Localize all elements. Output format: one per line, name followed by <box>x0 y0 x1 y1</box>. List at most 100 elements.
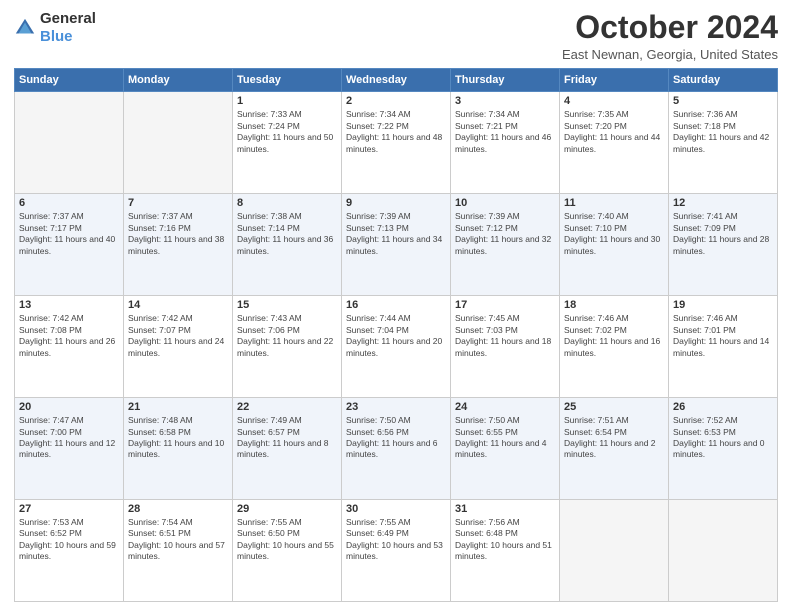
day-number: 10 <box>455 197 555 209</box>
table-row: 5 Sunrise: 7:36 AM Sunset: 7:18 PM Daylig… <box>669 92 778 194</box>
day-detail: Sunrise: 7:37 AM Sunset: 7:17 PM Dayligh… <box>19 211 119 257</box>
day-number: 2 <box>346 95 446 107</box>
day-number: 25 <box>564 401 664 413</box>
logo-blue: Blue <box>40 28 73 45</box>
table-row: 19 Sunrise: 7:46 AM Sunset: 7:01 PM Dayli… <box>669 296 778 398</box>
table-row: 28 Sunrise: 7:54 AM Sunset: 6:51 PM Dayli… <box>124 500 233 602</box>
page: General Blue October 2024 East Newnan, G… <box>0 0 792 612</box>
header: General Blue October 2024 East Newnan, G… <box>14 10 778 62</box>
table-row <box>669 500 778 602</box>
day-detail: Sunrise: 7:52 AM Sunset: 6:53 PM Dayligh… <box>673 415 773 461</box>
table-row: 11Sunrise: 7:40 AM Sunset: 7:10 PM Dayli… <box>560 194 669 296</box>
day-detail: Sunrise: 7:39 AM Sunset: 7:13 PM Dayligh… <box>346 211 446 257</box>
calendar-week-row: 1Sunrise: 7:33 AM Sunset: 7:24 PM Daylig… <box>15 92 778 194</box>
table-row: 1Sunrise: 7:33 AM Sunset: 7:24 PM Daylig… <box>233 92 342 194</box>
day-number: 17 <box>455 299 555 311</box>
day-detail: Sunrise: 7:35 AM Sunset: 7:20 PM Dayligh… <box>564 109 664 155</box>
table-row: 23 Sunrise: 7:50 AM Sunset: 6:56 PM Dayli… <box>342 398 451 500</box>
table-row: 7Sunrise: 7:37 AM Sunset: 7:16 PM Daylig… <box>124 194 233 296</box>
table-row: 13 Sunrise: 7:42 AM Sunset: 7:08 PM Dayli… <box>15 296 124 398</box>
day-detail: Sunrise: 7:56 AM Sunset: 6:48 PM Dayligh… <box>455 517 555 563</box>
day-detail: Sunrise: 7:45 AM Sunset: 7:03 PM Dayligh… <box>455 313 555 359</box>
day-detail: Sunrise: 7:38 AM Sunset: 7:14 PM Dayligh… <box>237 211 337 257</box>
day-detail: Sunrise: 7:39 AM Sunset: 7:12 PM Dayligh… <box>455 211 555 257</box>
table-row: 16Sunrise: 7:44 AM Sunset: 7:04 PM Dayli… <box>342 296 451 398</box>
title-location: East Newnan, Georgia, United States <box>562 47 778 62</box>
day-number: 30 <box>346 503 446 515</box>
day-number: 20 <box>19 401 119 413</box>
day-number: 8 <box>237 197 337 209</box>
day-detail: Sunrise: 7:48 AM Sunset: 6:58 PM Dayligh… <box>128 415 228 461</box>
day-number: 28 <box>128 503 228 515</box>
day-detail: Sunrise: 7:42 AM Sunset: 7:07 PM Dayligh… <box>128 313 228 359</box>
day-detail: Sunrise: 7:34 AM Sunset: 7:21 PM Dayligh… <box>455 109 555 155</box>
table-row: 31Sunrise: 7:56 AM Sunset: 6:48 PM Dayli… <box>451 500 560 602</box>
day-detail: Sunrise: 7:46 AM Sunset: 7:01 PM Dayligh… <box>673 313 773 359</box>
day-number: 21 <box>128 401 228 413</box>
day-detail: Sunrise: 7:43 AM Sunset: 7:06 PM Dayligh… <box>237 313 337 359</box>
day-number: 6 <box>19 197 119 209</box>
table-row: 25 Sunrise: 7:51 AM Sunset: 6:54 PM Dayli… <box>560 398 669 500</box>
table-row <box>560 500 669 602</box>
table-row: 30Sunrise: 7:55 AM Sunset: 6:49 PM Dayli… <box>342 500 451 602</box>
day-number: 15 <box>237 299 337 311</box>
table-row: 3 Sunrise: 7:34 AM Sunset: 7:21 PM Daylig… <box>451 92 560 194</box>
logo-text: General Blue <box>40 10 96 46</box>
day-number: 13 <box>19 299 119 311</box>
table-row: 27 Sunrise: 7:53 AM Sunset: 6:52 PM Dayli… <box>15 500 124 602</box>
table-row: 29Sunrise: 7:55 AM Sunset: 6:50 PM Dayli… <box>233 500 342 602</box>
day-detail: Sunrise: 7:42 AM Sunset: 7:08 PM Dayligh… <box>19 313 119 359</box>
day-number: 9 <box>346 197 446 209</box>
day-detail: Sunrise: 7:50 AM Sunset: 6:56 PM Dayligh… <box>346 415 446 461</box>
day-detail: Sunrise: 7:46 AM Sunset: 7:02 PM Dayligh… <box>564 313 664 359</box>
day-number: 14 <box>128 299 228 311</box>
col-thursday: Thursday <box>451 69 560 92</box>
table-row: 2 Sunrise: 7:34 AM Sunset: 7:22 PM Daylig… <box>342 92 451 194</box>
day-detail: Sunrise: 7:37 AM Sunset: 7:16 PM Dayligh… <box>128 211 228 257</box>
col-friday: Friday <box>560 69 669 92</box>
table-row <box>124 92 233 194</box>
col-saturday: Saturday <box>669 69 778 92</box>
table-row: 6 Sunrise: 7:37 AM Sunset: 7:17 PM Daylig… <box>15 194 124 296</box>
table-row: 26 Sunrise: 7:52 AM Sunset: 6:53 PM Dayli… <box>669 398 778 500</box>
day-number: 27 <box>19 503 119 515</box>
table-row: 22Sunrise: 7:49 AM Sunset: 6:57 PM Dayli… <box>233 398 342 500</box>
table-row: 24Sunrise: 7:50 AM Sunset: 6:55 PM Dayli… <box>451 398 560 500</box>
table-row: 9 Sunrise: 7:39 AM Sunset: 7:13 PM Daylig… <box>342 194 451 296</box>
col-monday: Monday <box>124 69 233 92</box>
day-number: 19 <box>673 299 773 311</box>
day-detail: Sunrise: 7:34 AM Sunset: 7:22 PM Dayligh… <box>346 109 446 155</box>
calendar-week-row: 27 Sunrise: 7:53 AM Sunset: 6:52 PM Dayli… <box>15 500 778 602</box>
logo: General Blue <box>14 10 96 46</box>
logo-general: General <box>40 10 96 27</box>
day-detail: Sunrise: 7:36 AM Sunset: 7:18 PM Dayligh… <box>673 109 773 155</box>
title-block: October 2024 East Newnan, Georgia, Unite… <box>562 10 778 62</box>
day-number: 3 <box>455 95 555 107</box>
table-row: 4Sunrise: 7:35 AM Sunset: 7:20 PM Daylig… <box>560 92 669 194</box>
calendar-week-row: 6 Sunrise: 7:37 AM Sunset: 7:17 PM Daylig… <box>15 194 778 296</box>
day-detail: Sunrise: 7:53 AM Sunset: 6:52 PM Dayligh… <box>19 517 119 563</box>
table-row: 21 Sunrise: 7:48 AM Sunset: 6:58 PM Dayli… <box>124 398 233 500</box>
day-detail: Sunrise: 7:33 AM Sunset: 7:24 PM Dayligh… <box>237 109 337 155</box>
day-number: 5 <box>673 95 773 107</box>
table-row: 17 Sunrise: 7:45 AM Sunset: 7:03 PM Dayli… <box>451 296 560 398</box>
day-detail: Sunrise: 7:54 AM Sunset: 6:51 PM Dayligh… <box>128 517 228 563</box>
day-detail: Sunrise: 7:44 AM Sunset: 7:04 PM Dayligh… <box>346 313 446 359</box>
table-row: 20 Sunrise: 7:47 AM Sunset: 7:00 PM Dayli… <box>15 398 124 500</box>
logo-icon <box>14 17 36 39</box>
day-detail: Sunrise: 7:51 AM Sunset: 6:54 PM Dayligh… <box>564 415 664 461</box>
calendar-header-row: Sunday Monday Tuesday Wednesday Thursday… <box>15 69 778 92</box>
day-detail: Sunrise: 7:49 AM Sunset: 6:57 PM Dayligh… <box>237 415 337 461</box>
col-sunday: Sunday <box>15 69 124 92</box>
day-number: 12 <box>673 197 773 209</box>
day-number: 11 <box>564 197 664 209</box>
table-row: 10 Sunrise: 7:39 AM Sunset: 7:12 PM Dayli… <box>451 194 560 296</box>
day-number: 23 <box>346 401 446 413</box>
col-tuesday: Tuesday <box>233 69 342 92</box>
calendar-week-row: 13 Sunrise: 7:42 AM Sunset: 7:08 PM Dayli… <box>15 296 778 398</box>
day-detail: Sunrise: 7:47 AM Sunset: 7:00 PM Dayligh… <box>19 415 119 461</box>
day-number: 24 <box>455 401 555 413</box>
day-number: 29 <box>237 503 337 515</box>
day-detail: Sunrise: 7:41 AM Sunset: 7:09 PM Dayligh… <box>673 211 773 257</box>
day-number: 26 <box>673 401 773 413</box>
